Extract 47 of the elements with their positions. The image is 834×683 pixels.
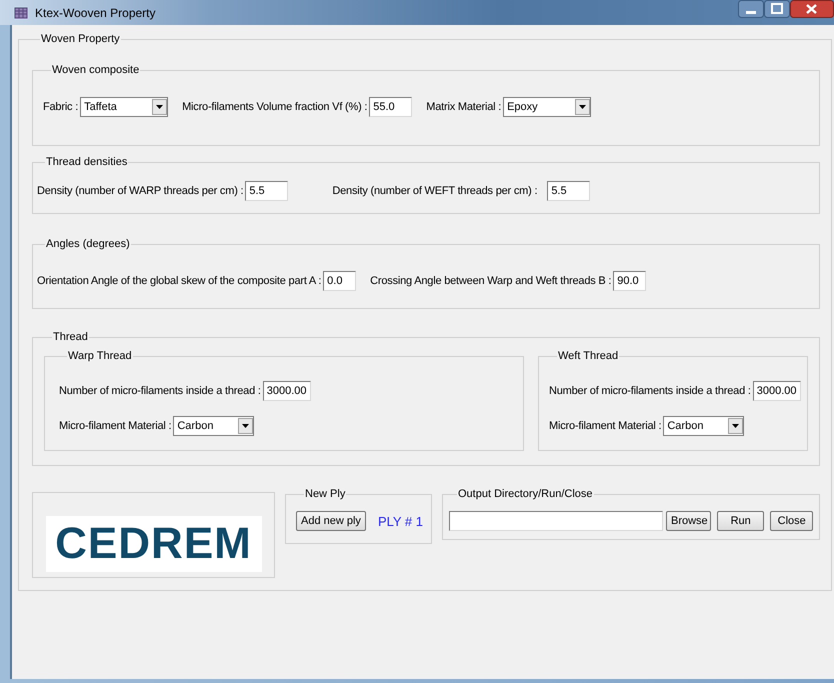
field-label: Number of micro-filaments inside a thread : [549,385,751,397]
close-icon[interactable] [790,0,834,18]
field-label: Orientation Angle of the global skew of the composite part A : [37,275,322,287]
field-label: Crossing Angle between Warp and Weft threads B : [370,275,612,287]
field-label: Micro-filaments Volume fraction Vf (%) : [182,101,368,113]
group-label: Output Directory/Run/Close [457,488,594,501]
dropdown[interactable]: Epoxy [503,97,592,117]
group-label: Woven composite [51,64,140,77]
caret-icon [238,418,254,434]
text-field[interactable]: 5.5 [245,181,288,201]
text-field[interactable]: 90.0 [613,271,646,291]
add-ply-button[interactable]: Add new ply [296,511,366,531]
group-label: Angles (degrees) [45,238,131,251]
caret-icon [728,418,744,434]
group-label: Thread densities [45,156,128,169]
field-label: Micro-filament Material : [59,420,172,432]
field-label: Micro-filament Material : [549,420,662,432]
window-title: Ktex-Wooven Property [35,6,156,20]
text-field[interactable]: 55.0 [369,97,412,117]
field-label: Matrix Material : [426,101,502,113]
field-label: Density (number of WEFT threads per cm) : [332,185,538,197]
dropdown[interactable]: Taffeta [80,97,168,117]
logo: CEDREM [46,516,262,572]
dropdown[interactable]: Carbon [663,416,744,436]
text-field[interactable]: 3000.00 [752,381,801,401]
minimize-icon[interactable] [738,0,764,18]
field-label: Fabric : [43,101,78,113]
dialog-button[interactable]: Close [770,511,813,531]
text-field[interactable]: 3000.00 [262,381,311,401]
field-label: Density (number of WARP threads per cm) : [37,185,244,197]
maximize-icon[interactable] [764,0,790,18]
dialog-button[interactable]: Run [717,511,764,531]
group-label: Weft Thread [557,350,620,363]
field-label: Number of micro-filaments inside a thread : [59,385,261,397]
group-label: New Ply [304,488,346,501]
ply-number: PLY # 1 [378,514,423,528]
text-field[interactable]: 5.5 [547,181,590,201]
dropdown[interactable]: Carbon [173,416,254,436]
group-label: Woven Property [40,33,121,46]
caret-icon [152,99,168,115]
group-label: Warp Thread [67,350,133,363]
directory-field[interactable] [449,511,663,531]
group-label: Thread [52,331,89,344]
caret-icon [575,99,590,115]
text-field[interactable]: 0.0 [323,271,356,291]
grid-icon [14,6,28,20]
dialog-button[interactable]: Browse [666,511,711,531]
